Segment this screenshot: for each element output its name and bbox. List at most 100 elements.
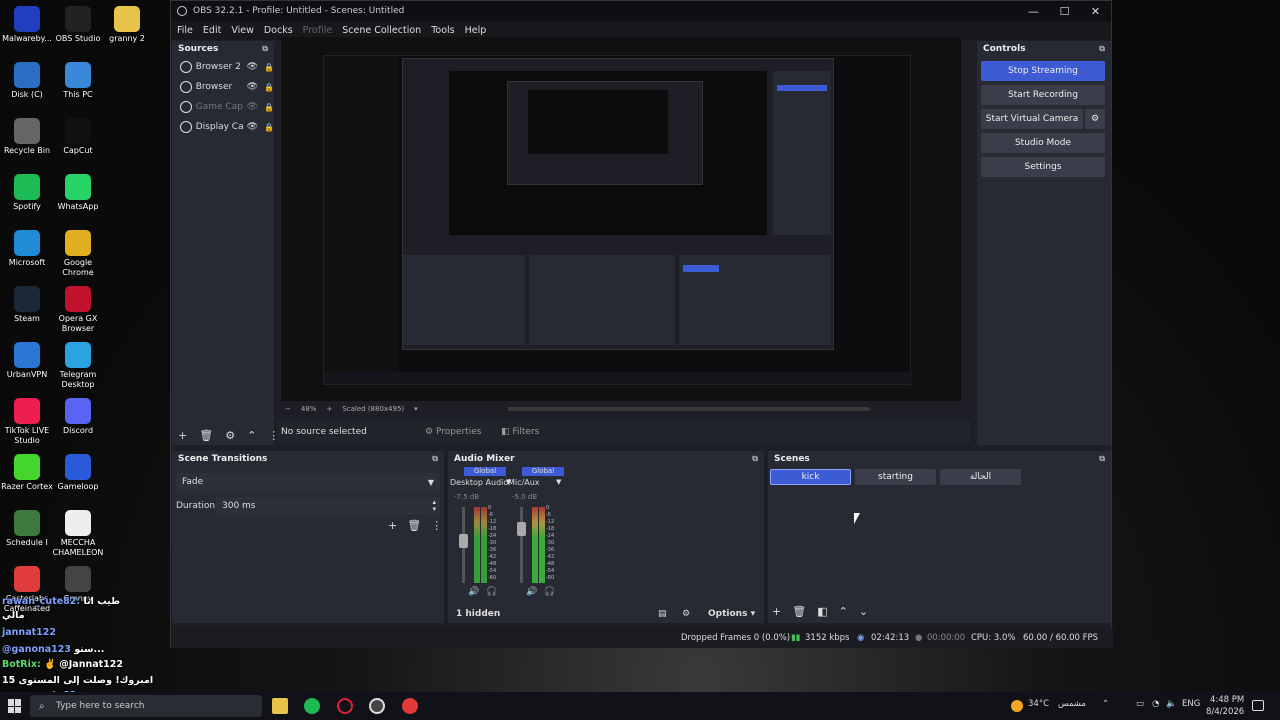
volume-slider[interactable] [520, 507, 523, 583]
desktop-icon[interactable]: MECCHA CHAMELEON [51, 510, 105, 558]
desktop-icon[interactable]: Telegram Desktop [51, 342, 105, 390]
weather-temp[interactable]: 34°C [1028, 699, 1049, 709]
clock-date[interactable]: 8/4/2026 [1206, 707, 1244, 717]
start-recording-button[interactable]: Start Recording [981, 85, 1105, 105]
desktop-icon[interactable]: Google Chrome [51, 230, 105, 278]
add-transition-icon[interactable]: + [388, 519, 397, 532]
menu-docks[interactable]: Docks [264, 25, 293, 36]
desktop-icon[interactable]: UrbanVPN [0, 342, 54, 380]
desktop-icon[interactable]: Discord [51, 398, 105, 436]
desktop-icon[interactable]: Spotify [0, 174, 54, 212]
move-up-icon[interactable]: ⌃ [839, 605, 848, 618]
wifi-icon[interactable]: ◔ [1152, 699, 1159, 709]
visibility-eye-icon[interactable]: 👁 [247, 62, 258, 72]
headphones-icon[interactable]: 🎧 [486, 587, 497, 597]
desktop-icon[interactable]: Recycle Bin [0, 118, 54, 156]
visibility-eye-icon[interactable]: 👁 [247, 102, 258, 112]
notification-icon[interactable] [1252, 700, 1264, 711]
virtual-camera-settings-gear-icon[interactable]: ⚙ [1085, 109, 1105, 129]
lock-icon[interactable]: 🔒 [264, 63, 274, 72]
scene-item[interactable]: الحالة [940, 469, 1021, 485]
stop-streaming-button[interactable]: Stop Streaming [981, 61, 1105, 81]
scene-filters-icon[interactable]: ◧ [817, 605, 827, 618]
move-up-icon[interactable]: ⌃ [247, 429, 256, 442]
remove-source-icon[interactable]: 🗑 [199, 429, 213, 442]
channel-name[interactable]: Mic/Aux [508, 478, 540, 487]
windows-start-icon[interactable] [8, 699, 22, 713]
start-virtual-camera-button[interactable]: Start Virtual Camera [981, 109, 1083, 129]
float-dock-icon[interactable]: ⧉ [432, 454, 438, 464]
menu-edit[interactable]: Edit [203, 25, 221, 36]
desktop-icon[interactable]: Disk (C) [0, 62, 54, 100]
menu-view[interactable]: View [231, 25, 254, 36]
lock-icon[interactable]: 🔒 [264, 83, 274, 92]
mixer-settings-icon[interactable]: ⚙ [682, 609, 690, 619]
desktop-icon[interactable]: This PC [51, 62, 105, 100]
minimize-button[interactable]: — [1018, 5, 1049, 18]
move-down-icon[interactable]: ⌄ [859, 605, 868, 618]
transition-select[interactable]: Fade ▼ [176, 473, 440, 491]
headphones-icon[interactable]: 🎧 [544, 587, 555, 597]
float-dock-icon[interactable]: ⧉ [1099, 454, 1105, 464]
spotify-icon[interactable] [304, 698, 320, 714]
desktop-icon[interactable]: OBS Studio [51, 6, 105, 44]
remove-transition-icon[interactable]: 🗑 [407, 519, 421, 532]
add-scene-icon[interactable]: + [772, 605, 781, 618]
properties-button[interactable]: ⚙ Properties [425, 427, 481, 437]
studio-mode-button[interactable]: Studio Mode [981, 133, 1105, 153]
opera-gx-icon[interactable] [337, 698, 353, 714]
float-dock-icon[interactable]: ⧉ [1099, 44, 1105, 54]
options-button[interactable]: Options ▾ [708, 609, 755, 619]
float-dock-icon[interactable]: ⧉ [262, 44, 268, 54]
zoom-out-button[interactable]: − [285, 405, 291, 413]
clock-time[interactable]: 4:48 PM [1210, 695, 1244, 705]
desktop-icon[interactable]: Gameloop [51, 454, 105, 492]
desktop-icon[interactable]: WhatsApp [51, 174, 105, 212]
scale-dropdown-icon[interactable]: ▾ [414, 405, 418, 413]
float-dock-icon[interactable]: ⧉ [752, 454, 758, 464]
visibility-eye-icon[interactable]: 👁 [247, 82, 258, 92]
source-item[interactable]: Game Cap 👁 🔒 [172, 97, 274, 117]
channel-menu-chevron-icon[interactable]: ▼ [556, 478, 561, 486]
preview-canvas[interactable] [281, 37, 961, 401]
desktop-icon[interactable]: Schedule I [0, 510, 54, 548]
source-item[interactable]: Display Ca 👁 🔒 [172, 117, 274, 137]
desktop-icon[interactable]: Microsoft [0, 230, 54, 268]
mute-speaker-icon[interactable]: 🔊 [526, 587, 537, 597]
zoom-in-button[interactable]: + [326, 405, 332, 413]
desktop-icon[interactable]: TikTok LIVE Studio [0, 398, 54, 446]
desktop-icon[interactable]: Steam [0, 286, 54, 324]
tray-overflow-icon[interactable]: ⌃ [1102, 699, 1109, 709]
desktop-icon[interactable]: Opera GX Browser [51, 286, 105, 334]
settings-button[interactable]: Settings [981, 157, 1105, 177]
casterlabs-icon[interactable] [402, 698, 418, 714]
remove-scene-icon[interactable]: 🗑 [792, 605, 806, 618]
add-source-icon[interactable]: + [178, 429, 187, 442]
volume-slider-handle[interactable] [517, 522, 526, 536]
desktop-icon[interactable]: Malwareby... [0, 6, 54, 44]
scene-item[interactable]: kick [770, 469, 851, 485]
preview-scrollbar[interactable] [508, 407, 870, 411]
menu-file[interactable]: File [177, 25, 193, 36]
obs-icon[interactable] [369, 698, 385, 714]
desktop-icon[interactable]: CapCut [51, 118, 105, 156]
lock-icon[interactable]: 🔒 [264, 103, 274, 112]
filters-button[interactable]: ◧ Filters [501, 427, 539, 437]
maximize-button[interactable]: ☐ [1049, 5, 1080, 18]
channel-name[interactable]: Desktop Audio [450, 478, 508, 487]
desktop-icon[interactable]: granny 2 [100, 6, 154, 44]
source-properties-gear-icon[interactable]: ⚙ [225, 429, 235, 442]
file-explorer-icon[interactable] [272, 698, 288, 714]
menu-scene-collection[interactable]: Scene Collection [342, 25, 421, 36]
language-indicator[interactable]: ENG [1182, 699, 1200, 709]
mute-speaker-icon[interactable]: 🔊 [468, 587, 479, 597]
mixer-layout-icon[interactable]: ▤ [658, 609, 667, 619]
menu-profile[interactable]: Profile [303, 25, 333, 36]
menu-tools[interactable]: Tools [431, 25, 454, 36]
source-item[interactable]: Browser 2 👁 🔒 [172, 57, 274, 77]
more-icon[interactable]: ⋮ [431, 519, 442, 532]
volume-slider-handle[interactable] [459, 534, 468, 548]
network-icon[interactable]: ▭ [1136, 699, 1144, 709]
menu-help[interactable]: Help [465, 25, 487, 36]
source-item[interactable]: Browser 👁 🔒 [172, 77, 274, 97]
